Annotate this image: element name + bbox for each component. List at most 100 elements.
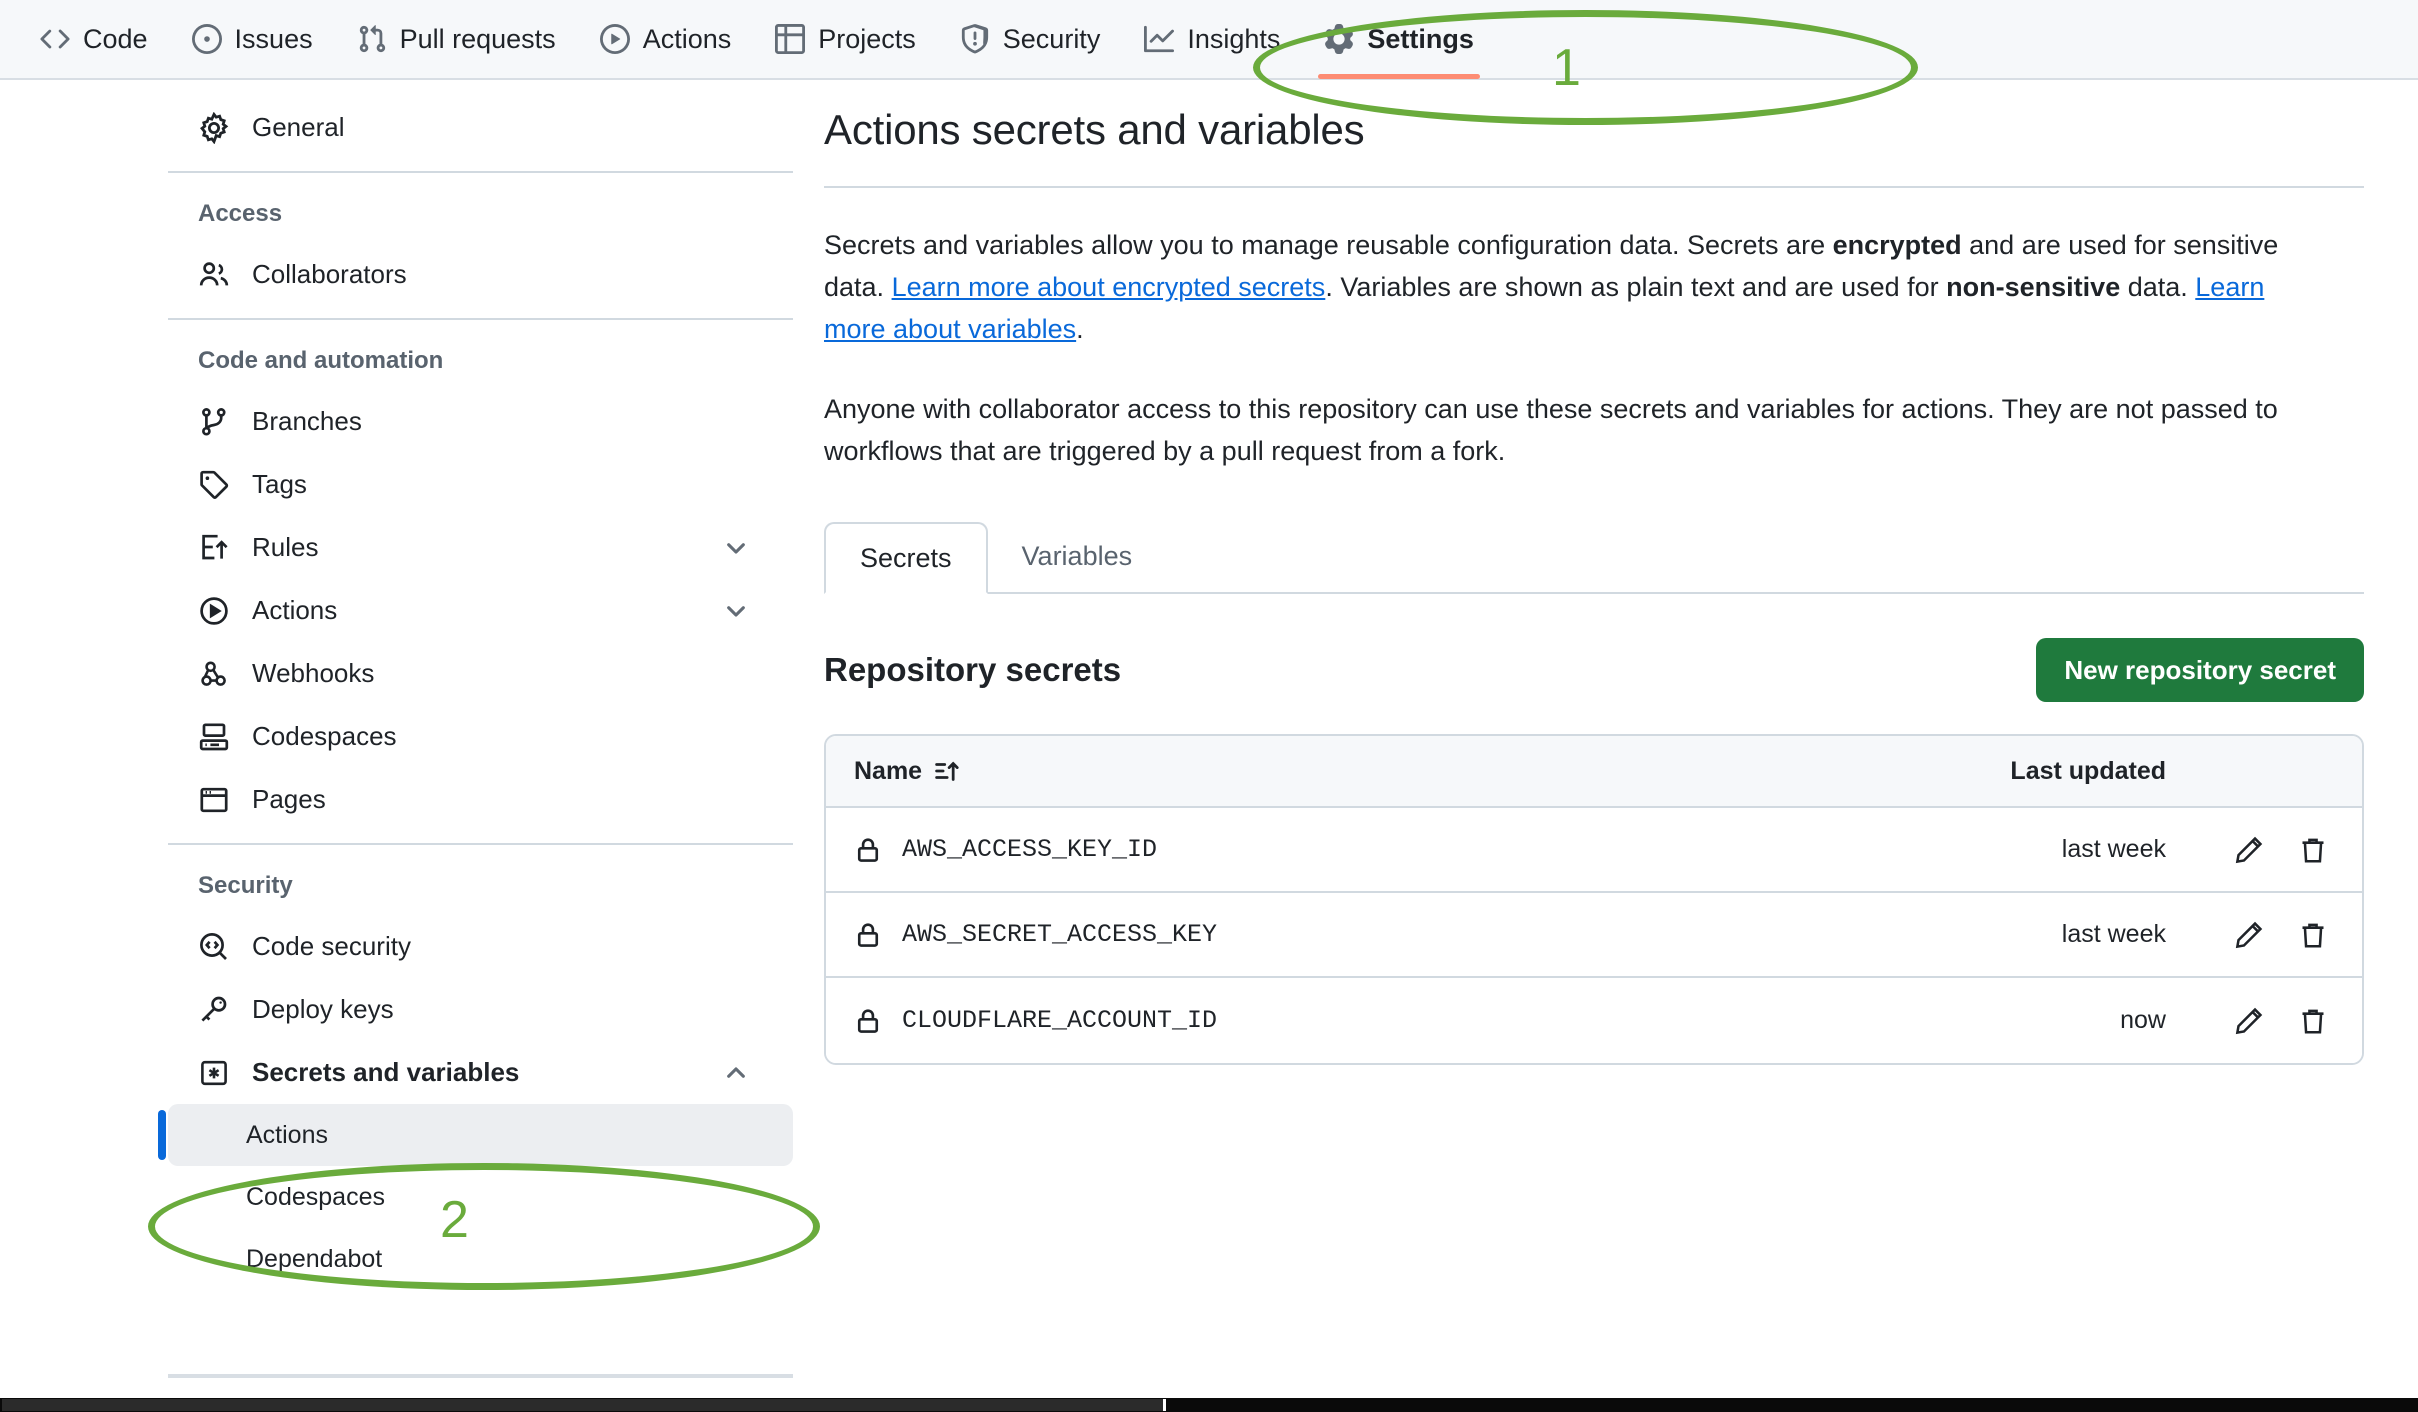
sidebar-subitem-label: Actions (246, 1120, 328, 1149)
sidebar-item-pages[interactable]: Pages (168, 768, 793, 831)
nav-tab-actions[interactable]: Actions (578, 0, 754, 79)
settings-sidebar: General Access Collaborators Code and au… (158, 82, 793, 1290)
link-encrypted-secrets[interactable]: Learn more about encrypted secrets (892, 272, 1326, 302)
nav-tab-label: Insights (1187, 23, 1281, 54)
code-scan-icon (198, 931, 230, 963)
sort-asc-icon[interactable] (934, 758, 960, 784)
intro-paragraph-2: Anyone with collaborator access to this … (824, 394, 2278, 466)
chevron-up-icon[interactable] (723, 1060, 749, 1086)
sidebar-item-rules[interactable]: Rules (168, 516, 793, 579)
gear-icon (198, 111, 230, 144)
row-actions (2172, 1006, 2362, 1036)
nav-tab-pull-requests[interactable]: Pull requests (335, 0, 578, 79)
tab-variables[interactable]: Variables (988, 520, 1167, 592)
issue-opened-icon (191, 24, 222, 54)
sidebar-item-label: Collaborators (252, 259, 407, 289)
rules-icon (198, 532, 230, 564)
intro-text-d: . Variables are shown as plain text and … (1325, 272, 1947, 302)
secret-name: AWS_ACCESS_KEY_ID (902, 835, 1158, 864)
trash-icon[interactable] (2298, 835, 2328, 865)
code-icon (40, 24, 70, 54)
horizontal-scrollbar[interactable] (0, 1398, 2418, 1412)
play-icon (198, 595, 230, 627)
sidebar-item-label: Deploy keys (252, 994, 394, 1024)
sidebar-divider (168, 843, 793, 845)
tag-icon (198, 469, 230, 501)
sidebar-item-tags[interactable]: Tags (168, 453, 793, 516)
git-pull-request-icon (357, 24, 387, 54)
sidebar-subitem-label: Codespaces (246, 1182, 385, 1211)
nav-tab-label: Pull requests (399, 23, 556, 54)
repository-secrets-header-row: Repository secrets New repository secret (824, 638, 2364, 702)
pencil-icon[interactable] (2234, 835, 2264, 865)
nav-tab-label: Code (83, 23, 148, 54)
sidebar-item-code-security[interactable]: Code security (168, 915, 793, 978)
nav-tab-label: Settings (1367, 23, 1474, 54)
column-header-name[interactable]: Name (826, 757, 1872, 786)
lock-icon (854, 836, 882, 864)
nav-tab-code[interactable]: Code (18, 0, 170, 79)
intro-emphasis-non-sensitive: non-sensitive (1946, 272, 2121, 302)
sidebar-item-secrets-and-variables[interactable]: Secrets and variables (168, 1041, 793, 1104)
nav-tab-insights[interactable]: Insights (1122, 0, 1302, 79)
secret-last-updated: last week (2061, 835, 2166, 863)
nav-tab-projects[interactable]: Projects (753, 0, 938, 79)
sidebar-subitem-actions[interactable]: Actions (158, 1104, 793, 1166)
sidebar-bottom-divider (168, 1374, 793, 1378)
intro-text-g: . (1076, 314, 1084, 344)
trash-icon[interactable] (2298, 1006, 2328, 1036)
sidebar-divider (168, 318, 793, 320)
sidebar-subitem-label: Dependabot (246, 1244, 383, 1273)
sidebar-item-label: Pages (252, 784, 326, 814)
pencil-icon[interactable] (2234, 1006, 2264, 1036)
table-row[interactable]: CLOUDFLARE_ACCOUNT_ID now (826, 978, 2362, 1063)
sidebar-subitem-dependabot[interactable]: Dependabot (168, 1228, 793, 1290)
pencil-icon[interactable] (2234, 920, 2264, 950)
intro-text-f: data. (2120, 272, 2196, 302)
sidebar-item-label: Branches (252, 406, 362, 436)
column-header-label: Name (854, 756, 923, 785)
secret-name-cell: CLOUDFLARE_ACCOUNT_ID (826, 1006, 1872, 1035)
tab-secrets[interactable]: Secrets (824, 522, 988, 594)
chevron-down-icon[interactable] (723, 535, 749, 561)
intro-paragraph-1: Secrets and variables allow you to manag… (824, 224, 2324, 350)
new-repository-secret-button[interactable]: New repository secret (2036, 638, 2364, 702)
codespaces-icon (198, 721, 230, 753)
lock-icon (854, 921, 882, 949)
sidebar-item-webhooks[interactable]: Webhooks (168, 642, 793, 705)
git-branch-icon (198, 406, 230, 438)
nav-tab-security[interactable]: Security (938, 0, 1123, 79)
sidebar-item-actions[interactable]: Actions (168, 579, 793, 642)
sidebar-item-general[interactable]: General (168, 96, 793, 159)
table-row[interactable]: AWS_ACCESS_KEY_ID last week (826, 808, 2362, 893)
people-icon (198, 259, 230, 291)
title-divider (824, 186, 2364, 188)
table-row[interactable]: AWS_SECRET_ACCESS_KEY last week (826, 893, 2362, 978)
webhook-icon (198, 658, 230, 690)
secret-last-updated: last week (2061, 920, 2166, 948)
chevron-down-icon[interactable] (723, 598, 749, 624)
sidebar-section-access: Access (198, 200, 283, 227)
scrollbar-thumb[interactable] (2, 1399, 1166, 1411)
nav-tab-label: Security (1002, 23, 1101, 54)
key-icon (198, 994, 230, 1026)
nav-tab-settings[interactable]: Settings (1302, 0, 1496, 79)
section-title-repository-secrets: Repository secrets (824, 651, 1122, 688)
sidebar-item-label: Tags (252, 469, 307, 499)
sidebar-item-label: Secrets and variables (252, 1057, 520, 1087)
row-actions (2172, 920, 2362, 950)
sidebar-item-branches[interactable]: Branches (168, 390, 793, 453)
asterisk-key-icon (198, 1057, 230, 1089)
sidebar-item-codespaces[interactable]: Codespaces (168, 705, 793, 768)
page-title: Actions secrets and variables (824, 106, 1365, 153)
sidebar-item-deploy-keys[interactable]: Deploy keys (168, 978, 793, 1041)
secret-last-updated: now (2120, 1006, 2166, 1034)
trash-icon[interactable] (2298, 920, 2328, 950)
repository-secrets-table: Name Last updated AWS_ACCESS_KEY_ID last… (824, 734, 2364, 1065)
nav-tab-issues[interactable]: Issues (170, 0, 335, 79)
sidebar-item-label: Codespaces (252, 721, 397, 751)
sidebar-item-label: Rules (252, 532, 319, 562)
sidebar-item-collaborators[interactable]: Collaborators (168, 243, 793, 306)
sidebar-subitem-codespaces[interactable]: Codespaces (168, 1166, 793, 1228)
lock-icon (854, 1007, 882, 1035)
